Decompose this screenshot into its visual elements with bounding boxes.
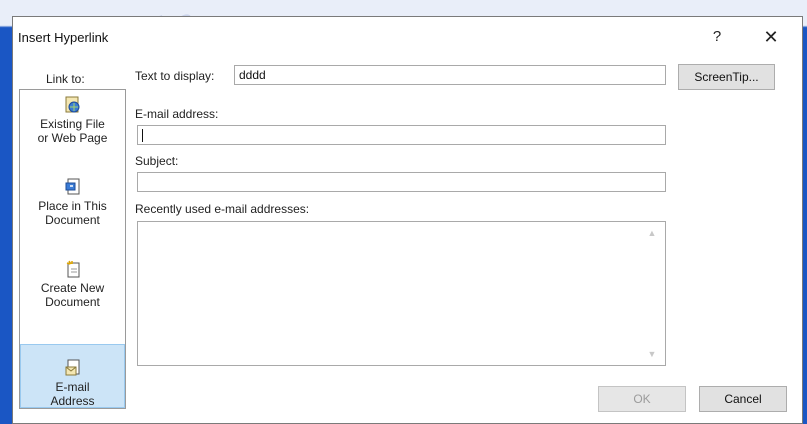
close-button[interactable]: ✕	[757, 25, 785, 49]
sidebar-item-label: E-mail	[55, 380, 90, 394]
sidebar-item-label: Document	[45, 295, 100, 309]
recent-addresses-label: Recently used e-mail addresses:	[135, 202, 310, 216]
link-to-sidebar: Existing File or Web Page Place in This …	[19, 89, 126, 409]
ok-button[interactable]: OK	[598, 386, 686, 412]
screentip-button[interactable]: ScreenTip...	[678, 64, 775, 90]
title-bar: Insert Hyperlink ? ✕	[13, 17, 802, 57]
help-button[interactable]: ?	[705, 25, 729, 49]
scroll-up-icon[interactable]: ▲	[647, 229, 657, 238]
sidebar-item-email-address[interactable]: E-mail Address	[20, 344, 125, 408]
sidebar-item-create-new-document[interactable]: Create New Document	[20, 260, 125, 330]
create-new-document-icon	[65, 260, 81, 278]
text-to-display-label: Text to display:	[135, 69, 215, 83]
scroll-down-icon[interactable]: ▼	[647, 350, 657, 359]
place-in-document-icon	[65, 178, 81, 196]
sidebar-item-label: Existing File	[40, 117, 105, 131]
dialog-title: Insert Hyperlink	[18, 30, 109, 45]
link-to-label: Link to:	[46, 72, 85, 86]
sidebar-item-existing-file[interactable]: Existing File or Web Page	[20, 96, 125, 166]
sidebar-item-label: or Web Page	[37, 131, 108, 145]
cancel-button[interactable]: Cancel	[699, 386, 787, 412]
recent-addresses-list[interactable]: ▲ ▼	[137, 221, 666, 366]
text-to-display-input[interactable]: dddd	[234, 65, 666, 85]
sidebar-item-label: Document	[45, 213, 100, 227]
email-address-icon	[65, 359, 81, 377]
subject-label: Subject:	[135, 154, 179, 168]
existing-file-icon	[65, 96, 81, 114]
sidebar-item-label: Place in This	[38, 199, 107, 213]
sidebar-item-place-in-document[interactable]: Place in This Document	[20, 178, 125, 248]
text-caret	[142, 129, 143, 142]
subject-input[interactable]	[137, 172, 666, 192]
sidebar-item-label: Create New	[40, 281, 105, 295]
email-address-label: E-mail address:	[135, 107, 219, 121]
sidebar-item-label: Address	[50, 394, 95, 408]
insert-hyperlink-dialog: Insert Hyperlink ? ✕ Link to: Existing F…	[12, 16, 803, 424]
email-address-input[interactable]	[137, 125, 666, 145]
